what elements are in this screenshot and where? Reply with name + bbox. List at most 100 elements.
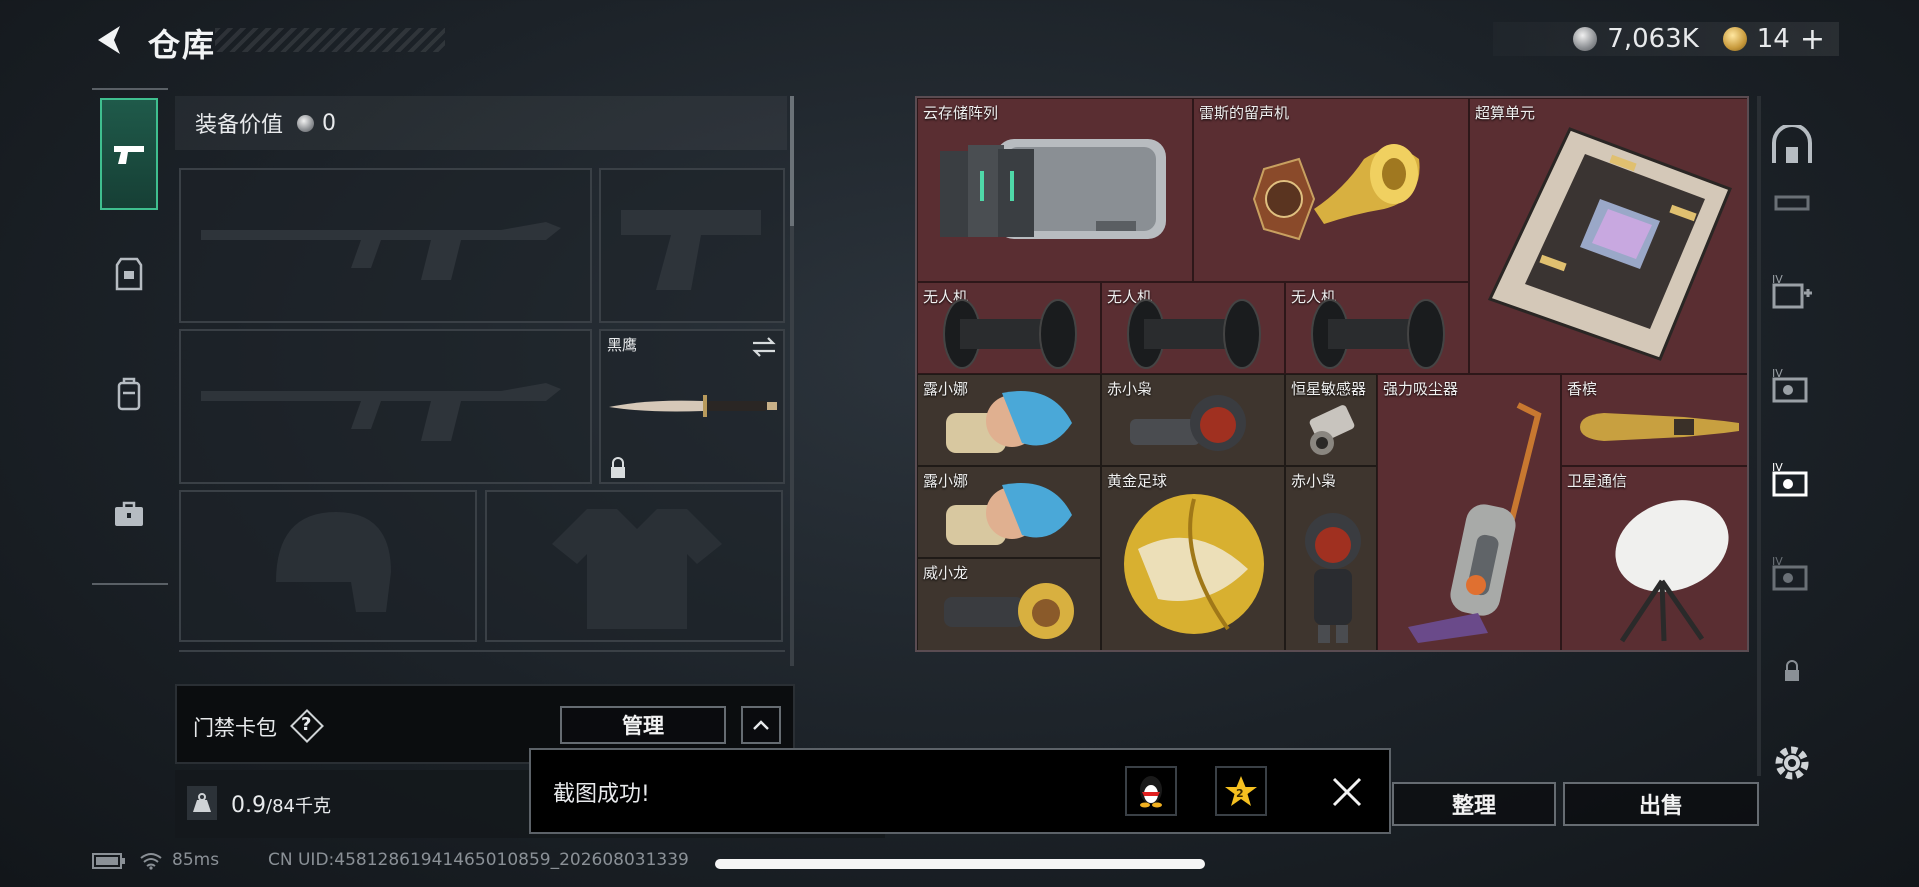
helmet-silhouette-icon	[276, 512, 391, 612]
grid-item[interactable]: 香槟	[1561, 374, 1747, 466]
item-name: 恒星敏感器	[1291, 380, 1367, 398]
grid-item[interactable]: 无人机	[1285, 282, 1469, 374]
equipment-value: 0	[322, 110, 337, 136]
currency-bar: 7,063K 14 +	[1493, 22, 1839, 57]
equipment-scrollbar-thumb[interactable]	[790, 96, 794, 226]
category-rail	[92, 88, 168, 588]
armor-slot[interactable]	[485, 490, 783, 642]
home-indicator[interactable]	[715, 859, 1205, 869]
tab-armor[interactable]	[100, 218, 158, 330]
settings-gear-icon[interactable]	[1765, 736, 1819, 790]
next-slot-edge	[179, 650, 785, 666]
stash-page-medical-icon[interactable]: IV	[1765, 264, 1819, 318]
tab-backpack[interactable]	[100, 338, 158, 450]
manage-button[interactable]: 管理	[560, 706, 726, 744]
drone-icon	[943, 299, 1077, 369]
help-icon[interactable]: ?	[301, 714, 311, 735]
grid-item[interactable]: 黄金足球	[1101, 466, 1285, 650]
drone-icon	[1311, 299, 1445, 369]
add-currency-button[interactable]: +	[1800, 22, 1825, 57]
grid-item[interactable]: 雷斯的留声机	[1193, 98, 1469, 282]
vest-silhouette-icon	[552, 509, 722, 629]
organize-button[interactable]: 整理	[1392, 782, 1556, 826]
helmet-slot[interactable]	[179, 490, 477, 642]
qzone-star-icon: 2	[1225, 776, 1257, 806]
toast-message: 截图成功!	[553, 782, 650, 807]
lock-icon	[1765, 644, 1819, 698]
figurine-icon	[946, 483, 1072, 545]
stash-page-safe-active-icon[interactable]: IV	[1765, 452, 1819, 506]
pistol-slot[interactable]	[599, 168, 785, 323]
grid-item[interactable]: 卫星通信	[1561, 466, 1747, 650]
melee-item-name: 黑鹰	[607, 336, 638, 354]
primary-weapon-slot[interactable]	[179, 168, 592, 323]
rifle-silhouette-icon	[201, 383, 561, 441]
item-name: 香槟	[1567, 380, 1598, 398]
briefcase-icon	[115, 501, 143, 526]
tab-weapons[interactable]	[100, 98, 158, 210]
figurine-icon	[944, 583, 1074, 639]
grid-item[interactable]: 恒星敏感器	[1285, 374, 1377, 466]
equipment-value-row: 装备价值 0	[175, 96, 787, 150]
grid-item[interactable]: 强力吸尘器	[1377, 374, 1561, 650]
champagne-icon	[1580, 413, 1739, 441]
item-name: 赤小枭	[1291, 472, 1337, 490]
stash-page-safe-icon[interactable]: IV	[1765, 358, 1819, 412]
knife-icon	[609, 395, 777, 417]
drone-icon	[1127, 299, 1261, 369]
stash-page-rail: IV IV IV IV	[1757, 96, 1827, 780]
stash-page-safe-icon[interactable]: IV	[1765, 546, 1819, 600]
grid-item[interactable]: 无人机	[1101, 282, 1285, 374]
item-name: 雷斯的留声机	[1199, 104, 1290, 122]
item-name: 卫星通信	[1567, 472, 1628, 490]
weight-max: /84千克	[266, 796, 331, 817]
grid-item[interactable]: 露小娜	[917, 374, 1101, 466]
vest-icon	[115, 257, 143, 291]
item-name: 云存储阵列	[923, 104, 999, 122]
wifi-icon	[140, 853, 162, 870]
grid-item[interactable]: 无人机	[917, 282, 1101, 374]
silver-coin-icon	[1573, 27, 1598, 51]
keycard-pack-label: 门禁卡包	[193, 716, 277, 740]
melee-slot[interactable]: 黑鹰	[599, 329, 785, 484]
figurine-icon	[1305, 513, 1361, 643]
weight-readout: 0.9/84千克	[231, 792, 331, 818]
golden-football-icon	[1124, 494, 1264, 634]
expand-button[interactable]	[741, 706, 781, 744]
grid-item[interactable]: 赤小枭	[1101, 374, 1285, 466]
vacuum-cleaner-icon	[1408, 402, 1542, 643]
weight-icon	[187, 786, 217, 820]
figurine-icon	[1130, 395, 1246, 451]
rail-divider	[92, 583, 168, 585]
share-qzone-button[interactable]: 2	[1215, 766, 1267, 816]
swap-icon[interactable]	[751, 337, 777, 357]
tab-case[interactable]	[100, 458, 158, 570]
weight-current: 0.9	[231, 793, 266, 818]
back-arrow-icon[interactable]	[92, 22, 126, 58]
pistol-icon	[114, 146, 144, 164]
silver-amount: 7,063K	[1607, 24, 1699, 54]
supercomputer-unit-icon	[1487, 127, 1732, 361]
close-icon[interactable]	[1331, 776, 1363, 808]
grid-item[interactable]: 超算单元	[1469, 98, 1747, 374]
chevron-up-icon	[753, 720, 769, 730]
figurine-icon	[946, 391, 1072, 453]
star-sensor-icon	[1309, 405, 1355, 455]
grid-item[interactable]: 露小娜	[917, 466, 1101, 558]
item-name: 黄金足球	[1107, 472, 1168, 490]
page-title: 仓库	[148, 26, 217, 64]
stash-page-partial-icon[interactable]	[1765, 188, 1819, 218]
pistol-silhouette-icon	[621, 210, 761, 290]
grid-item[interactable]: 云存储阵列	[917, 98, 1193, 282]
share-qq-button[interactable]	[1125, 766, 1177, 816]
sell-button[interactable]: 出售	[1563, 782, 1759, 826]
backpack-icon	[117, 377, 141, 411]
grid-item[interactable]: 威小龙	[917, 558, 1101, 650]
silver-coin-icon	[297, 114, 315, 132]
stash-home-icon[interactable]	[1765, 118, 1819, 172]
secondary-weapon-slot[interactable]	[179, 329, 592, 484]
screenshot-toast: 截图成功! 2	[529, 748, 1391, 834]
satellite-dish-icon	[1615, 500, 1729, 643]
grid-item[interactable]: 赤小枭	[1285, 466, 1377, 650]
header-decoration	[215, 28, 445, 52]
